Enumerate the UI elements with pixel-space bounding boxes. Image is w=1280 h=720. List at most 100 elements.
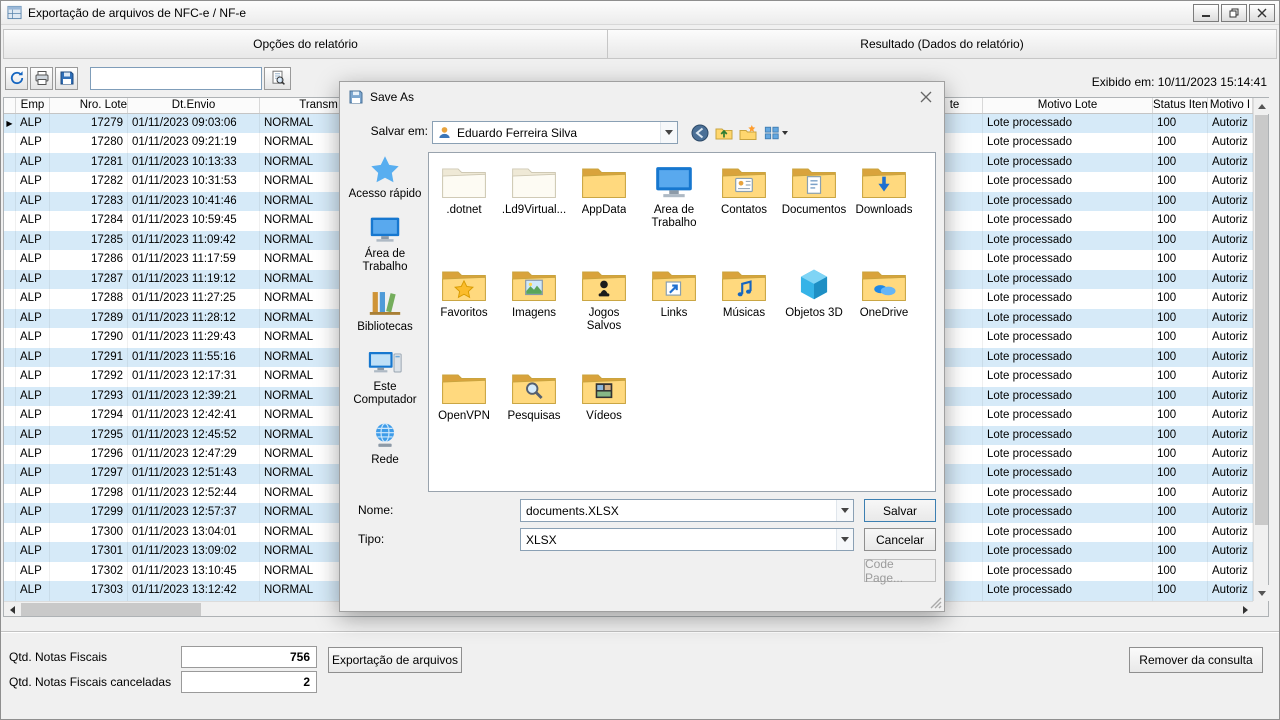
file-item-downloads[interactable]: Downloads: [849, 159, 919, 262]
cell-dt: 01/11/2023 11:17:59: [128, 250, 260, 269]
file-item-appdata[interactable]: AppData: [569, 159, 639, 262]
dialog-close-button[interactable]: [908, 82, 944, 112]
cell-status: 100: [1153, 192, 1208, 211]
cell-mitem: Autoriz: [1208, 192, 1253, 211]
tab-resultado[interactable]: Resultado (Dados do relatório): [608, 29, 1277, 59]
up-one-level-button[interactable]: [714, 123, 733, 142]
file-item-v-deos[interactable]: Vídeos: [569, 365, 639, 468]
horizontal-scroll-thumb[interactable]: [21, 603, 201, 616]
scroll-left-arrow[interactable]: [4, 602, 20, 617]
save-in-dropdown-button[interactable]: [660, 122, 677, 143]
title-bar[interactable]: Exportação de arquivos de NFC-e / NF-e: [1, 1, 1279, 25]
cell-mitem: Autoriz: [1208, 484, 1253, 503]
restore-button[interactable]: [1221, 4, 1247, 22]
filename-combobox[interactable]: documents.XLSX: [520, 499, 854, 522]
file-label: Vídeos: [586, 410, 622, 423]
refresh-button[interactable]: [5, 67, 28, 90]
file-item-favoritos[interactable]: Favoritos: [429, 262, 499, 365]
column-header-nro-lote[interactable]: Nro. Lote: [50, 98, 128, 113]
folder-link-icon: [650, 266, 698, 304]
triangle-down-icon: [1258, 591, 1266, 596]
qtd-notas-value: 756: [181, 646, 317, 668]
file-item-ld9virtual[interactable]: .Ld9Virtual...: [499, 159, 569, 262]
salvar-button[interactable]: Salvar: [864, 499, 936, 522]
file-item-objetos-3d[interactable]: Objetos 3D: [779, 262, 849, 365]
folder-note-icon: [720, 266, 768, 304]
column-header-motivo-i[interactable]: Motivo I: [1208, 98, 1253, 113]
scroll-up-arrow[interactable]: [1254, 98, 1269, 114]
resize-grip[interactable]: [929, 596, 942, 609]
cube3d-icon: [790, 266, 838, 304]
cell-dt: 01/11/2023 12:51:43: [128, 464, 260, 483]
cell-dt: 01/11/2023 11:29:43: [128, 328, 260, 347]
cell-mitem: Autoriz: [1208, 328, 1253, 347]
sidebar-item-acesso-r-pido[interactable]: Acesso rápido: [345, 154, 425, 201]
window-title: Exportação de arquivos de NFC-e / NF-e: [28, 6, 246, 20]
back-button[interactable]: [690, 123, 709, 142]
dialog-title-bar[interactable]: Save As: [340, 82, 944, 112]
cell-mitem: Autoriz: [1208, 367, 1253, 386]
column-header-status-item[interactable]: Status Item: [1153, 98, 1208, 113]
filetype-combobox[interactable]: XLSX: [520, 528, 854, 551]
sidebar-item-label: Área de Trabalho: [345, 248, 425, 274]
scroll-down-arrow[interactable]: [1254, 585, 1269, 601]
file-item-imagens[interactable]: Imagens: [499, 262, 569, 365]
cell-mitem: Autoriz: [1208, 406, 1253, 425]
scroll-right-arrow[interactable]: [1237, 602, 1253, 617]
sidebar-item-label: Bibliotecas: [357, 321, 413, 334]
cell-mitem: Autoriz: [1208, 503, 1253, 522]
cell-marker: [4, 581, 16, 600]
footer-separator: [1, 631, 1279, 633]
sidebar-item-este-computador[interactable]: Este Computador: [345, 347, 425, 407]
column-header-dt-envio[interactable]: Dt.Envio: [128, 98, 260, 113]
file-item-contatos[interactable]: Contatos: [709, 159, 779, 262]
file-item-dotnet[interactable]: .dotnet: [429, 159, 499, 262]
file-item-rea-de-trabalho[interactable]: Área de Trabalho: [639, 159, 709, 262]
new-folder-button[interactable]: [738, 123, 757, 142]
filename-dropdown-button[interactable]: [836, 500, 853, 521]
qtd-notas-label: Qtd. Notas Fiscais: [9, 650, 107, 664]
cell-dt: 01/11/2023 11:09:42: [128, 231, 260, 250]
close-button[interactable]: [1249, 4, 1275, 22]
file-item-documentos[interactable]: Documentos: [779, 159, 849, 262]
cell-dt: 01/11/2023 13:09:02: [128, 542, 260, 561]
preview-button[interactable]: [264, 67, 291, 90]
folder-cloud-icon: [860, 266, 908, 304]
save-in-combobox[interactable]: Eduardo Ferreira Silva: [432, 121, 678, 144]
filetype-dropdown-button[interactable]: [836, 529, 853, 550]
sidebar-item-rede[interactable]: Rede: [345, 420, 425, 467]
vertical-scrollbar[interactable]: [1253, 98, 1268, 601]
cell-motivo: Lote processado: [983, 153, 1153, 172]
toolbar-filter-input[interactable]: [90, 67, 262, 90]
dialog-nav-icons: [690, 123, 790, 142]
cell-motivo: Lote processado: [983, 484, 1153, 503]
cell-emp: ALP: [16, 445, 50, 464]
column-header-emp[interactable]: Emp: [16, 98, 50, 113]
close-icon: [1257, 8, 1267, 18]
cancelar-button[interactable]: Cancelar: [864, 528, 936, 551]
tab-opcoes-relatorio[interactable]: Opções do relatório: [3, 29, 608, 59]
column-header-motivo-lote[interactable]: Motivo Lote: [983, 98, 1153, 113]
vertical-scroll-thumb[interactable]: [1255, 115, 1268, 525]
cell-mitem: Autoriz: [1208, 211, 1253, 230]
cell-motivo: Lote processado: [983, 270, 1153, 289]
views-menu-button[interactable]: [762, 123, 790, 142]
folder-pale-icon: [440, 163, 488, 201]
exportacao-arquivos-button[interactable]: Exportação de arquivos: [328, 647, 462, 673]
file-item-jogos-salvos[interactable]: Jogos Salvos: [569, 262, 639, 365]
file-item-pesquisas[interactable]: Pesquisas: [499, 365, 569, 468]
file-item-m-sicas[interactable]: Músicas: [709, 262, 779, 365]
print-button[interactable]: [30, 67, 53, 90]
file-item-onedrive[interactable]: OneDrive: [849, 262, 919, 365]
file-item-openvpn[interactable]: OpenVPN: [429, 365, 499, 468]
cell-mitem: Autoriz: [1208, 289, 1253, 308]
cell-status: 100: [1153, 387, 1208, 406]
desktop-icon: [366, 214, 404, 245]
minimize-button[interactable]: [1193, 4, 1219, 22]
sidebar-item-rea-de-trabalho[interactable]: Área de Trabalho: [345, 214, 425, 274]
file-item-links[interactable]: Links: [639, 262, 709, 365]
sidebar-item-bibliotecas[interactable]: Bibliotecas: [345, 287, 425, 334]
remover-da-consulta-button[interactable]: Remover da consulta: [1129, 647, 1263, 673]
save-button[interactable]: [55, 67, 78, 90]
minimize-icon: [1201, 8, 1211, 18]
